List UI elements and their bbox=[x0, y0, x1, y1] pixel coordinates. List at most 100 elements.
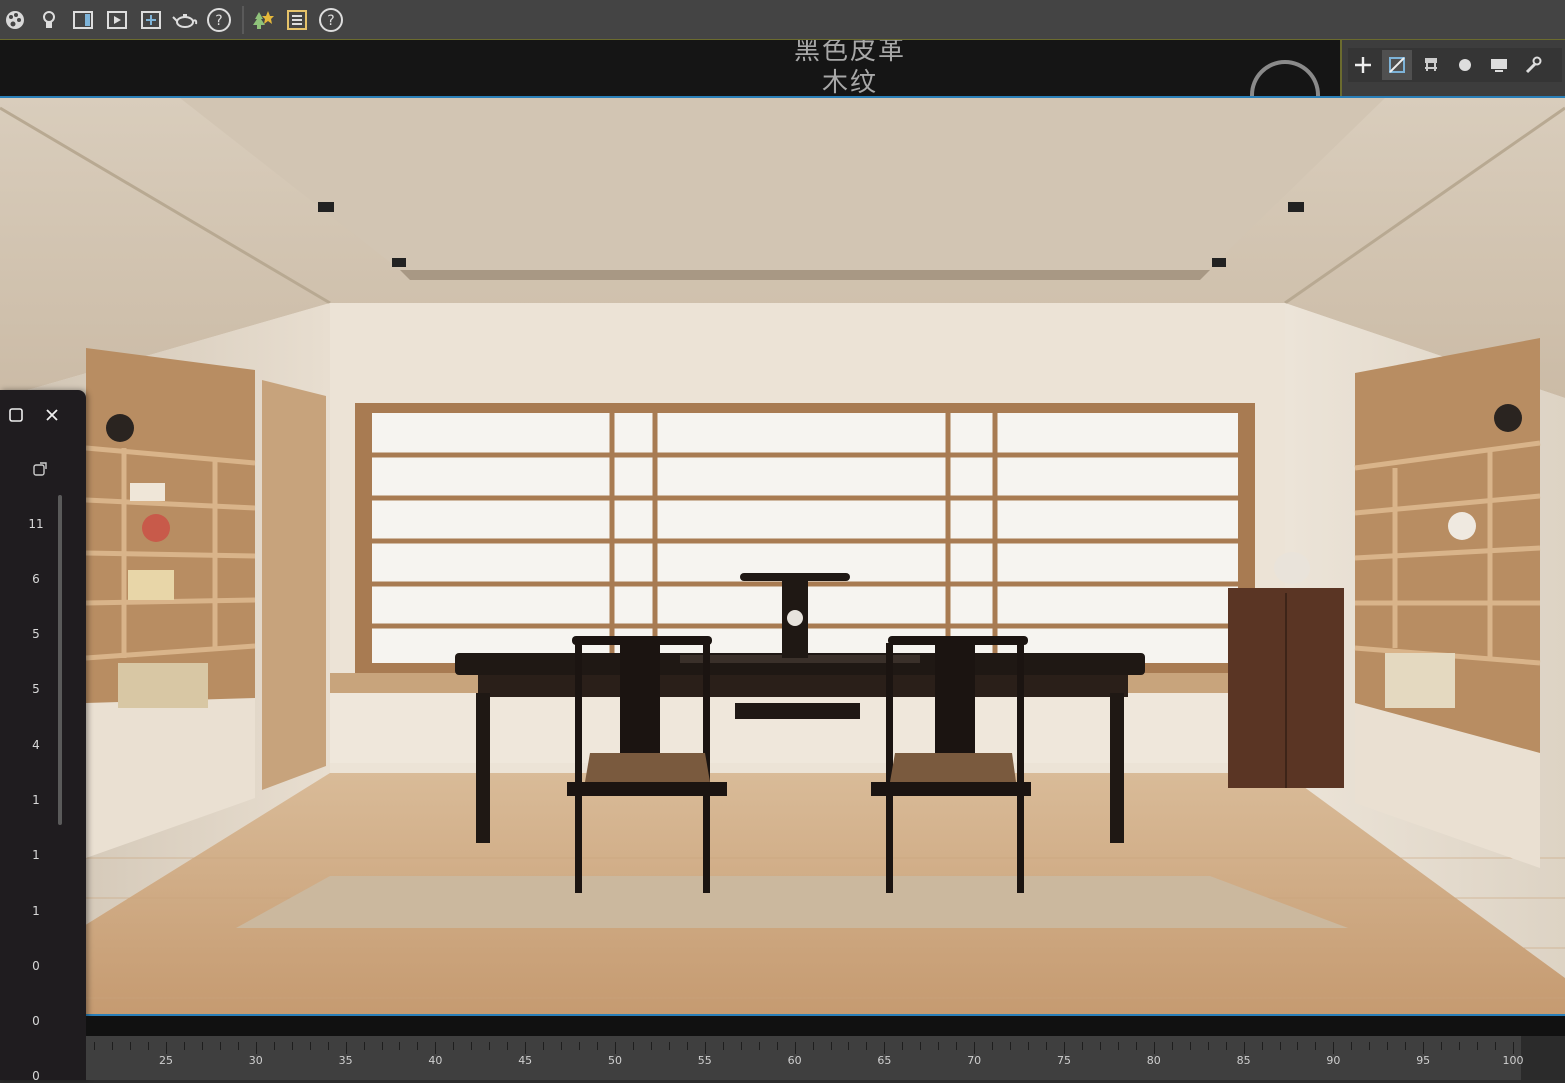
perspective-viewport[interactable] bbox=[0, 96, 1565, 1016]
timeline-tick bbox=[507, 1042, 509, 1050]
material-label: 木纹 bbox=[821, 68, 878, 96]
timeline-label: 30 bbox=[248, 1054, 263, 1067]
timeline-tick bbox=[130, 1042, 132, 1050]
timeline-tick bbox=[1369, 1042, 1371, 1050]
timeline-tick bbox=[291, 1042, 293, 1050]
timeline-tick bbox=[1279, 1042, 1281, 1050]
timeline-label: 85 bbox=[1236, 1054, 1251, 1067]
render-setup-icon[interactable] bbox=[138, 7, 164, 33]
timeline-tick bbox=[704, 1042, 706, 1054]
modify-tab-icon[interactable] bbox=[1382, 50, 1412, 80]
timeline-tick bbox=[1387, 1042, 1389, 1050]
timeline-tick bbox=[183, 1042, 185, 1050]
timeline-tick bbox=[722, 1042, 724, 1050]
panel-value: 1 bbox=[32, 848, 40, 862]
timeline-tick bbox=[1117, 1042, 1119, 1050]
panel-value: 0 bbox=[32, 959, 40, 973]
timeline-tick bbox=[345, 1042, 347, 1054]
light-bulb-icon[interactable] bbox=[36, 7, 62, 33]
timeline-tick bbox=[1405, 1042, 1407, 1050]
close-icon[interactable] bbox=[41, 404, 63, 426]
timeline-tick bbox=[327, 1042, 329, 1050]
timeline-tick bbox=[112, 1042, 114, 1050]
panel-value: 11 bbox=[28, 517, 44, 531]
timeline-tick bbox=[938, 1042, 940, 1050]
timeline-label: 80 bbox=[1146, 1054, 1161, 1067]
panel-value: 0 bbox=[32, 1069, 40, 1083]
render-production-icon[interactable] bbox=[104, 7, 130, 33]
hierarchy-tab-icon[interactable] bbox=[1416, 50, 1446, 80]
timeline-tick bbox=[1477, 1042, 1479, 1050]
timeline-tick bbox=[866, 1042, 868, 1050]
timeline-tick bbox=[201, 1042, 203, 1050]
timeline-tick bbox=[1207, 1042, 1209, 1050]
timeline-tick bbox=[219, 1042, 221, 1050]
time-slider-track[interactable] bbox=[86, 1016, 1565, 1036]
timeline-tick bbox=[956, 1042, 958, 1050]
timeline-tick bbox=[848, 1042, 850, 1050]
popout-icon[interactable] bbox=[29, 458, 51, 480]
panel-scrollbar[interactable] bbox=[58, 495, 62, 825]
scatter-trees-icon[interactable] bbox=[250, 7, 276, 33]
timeline-label: 45 bbox=[518, 1054, 533, 1067]
motion-tab-icon[interactable] bbox=[1450, 50, 1480, 80]
palette-icon[interactable] bbox=[2, 7, 28, 33]
help-icon[interactable]: ? bbox=[206, 7, 232, 33]
scene-list-icon[interactable] bbox=[284, 7, 310, 33]
timeline-tick bbox=[1081, 1042, 1083, 1050]
timeline-tick bbox=[992, 1042, 994, 1050]
timeline-label: 65 bbox=[877, 1054, 892, 1067]
timeline-tick bbox=[1189, 1042, 1191, 1050]
timeline-label: 60 bbox=[787, 1054, 802, 1067]
timeline-tick bbox=[561, 1042, 563, 1050]
timeline-tick bbox=[1297, 1042, 1299, 1050]
timeline-label: 25 bbox=[159, 1054, 173, 1067]
create-tab-icon[interactable] bbox=[1348, 50, 1378, 80]
timeline-tick bbox=[363, 1042, 365, 1050]
timeline-tick bbox=[758, 1042, 760, 1050]
timeline-tick bbox=[920, 1042, 922, 1050]
timeline-label: 95 bbox=[1416, 1054, 1431, 1067]
display-tab-icon[interactable] bbox=[1484, 50, 1514, 80]
svg-text:?: ? bbox=[327, 13, 334, 29]
help-icon[interactable]: ? bbox=[318, 7, 344, 33]
timeline-tick bbox=[974, 1042, 976, 1054]
timeline-ruler[interactable]: 25 30 35 40 45 50 55 60 65 70 75 80 85 90 95 100 bbox=[86, 1036, 1565, 1080]
timeline-tick bbox=[1243, 1042, 1245, 1054]
timeline-label: 40 bbox=[428, 1054, 443, 1067]
timeline-tick bbox=[453, 1042, 455, 1050]
panel-value: 4 bbox=[32, 738, 40, 752]
utilities-tab-icon[interactable] bbox=[1518, 50, 1548, 80]
timeline-tick bbox=[255, 1042, 257, 1054]
timeline-tick bbox=[94, 1042, 96, 1050]
panel-value: 5 bbox=[32, 682, 40, 696]
teapot-icon[interactable] bbox=[172, 7, 198, 33]
timeline-tick bbox=[1261, 1042, 1263, 1050]
command-panel bbox=[1340, 40, 1565, 96]
timeline-tick bbox=[417, 1042, 419, 1050]
maximize-icon[interactable] bbox=[5, 404, 27, 426]
timeline-tick bbox=[1351, 1042, 1353, 1050]
timeline-tick bbox=[1171, 1042, 1173, 1050]
timeline-tick bbox=[381, 1042, 383, 1050]
timeline-tick bbox=[148, 1042, 150, 1050]
timeline-tick bbox=[1028, 1042, 1030, 1050]
timeline-tick bbox=[794, 1042, 796, 1054]
time-slider-handle[interactable] bbox=[1521, 1036, 1565, 1080]
timeline-tick bbox=[525, 1042, 527, 1054]
timeline-tick bbox=[579, 1042, 581, 1050]
render-frame-icon[interactable] bbox=[70, 7, 96, 33]
timeline-tick bbox=[830, 1042, 832, 1050]
timeline-tick bbox=[1495, 1042, 1497, 1050]
timeline-tick bbox=[1423, 1042, 1425, 1054]
timeline-label: 70 bbox=[967, 1054, 982, 1067]
panel-value: 0 bbox=[32, 1014, 40, 1028]
viewcube-dial-icon[interactable] bbox=[1250, 60, 1320, 96]
timeline-label: 90 bbox=[1326, 1054, 1341, 1067]
panel-value: 1 bbox=[32, 793, 40, 807]
timeline-label: 55 bbox=[697, 1054, 712, 1067]
main-toolbar: ? ? bbox=[0, 0, 1565, 40]
timeline-tick bbox=[1064, 1042, 1065, 1054]
timeline-tick bbox=[1441, 1042, 1443, 1050]
panel-value: 1 bbox=[32, 904, 40, 918]
